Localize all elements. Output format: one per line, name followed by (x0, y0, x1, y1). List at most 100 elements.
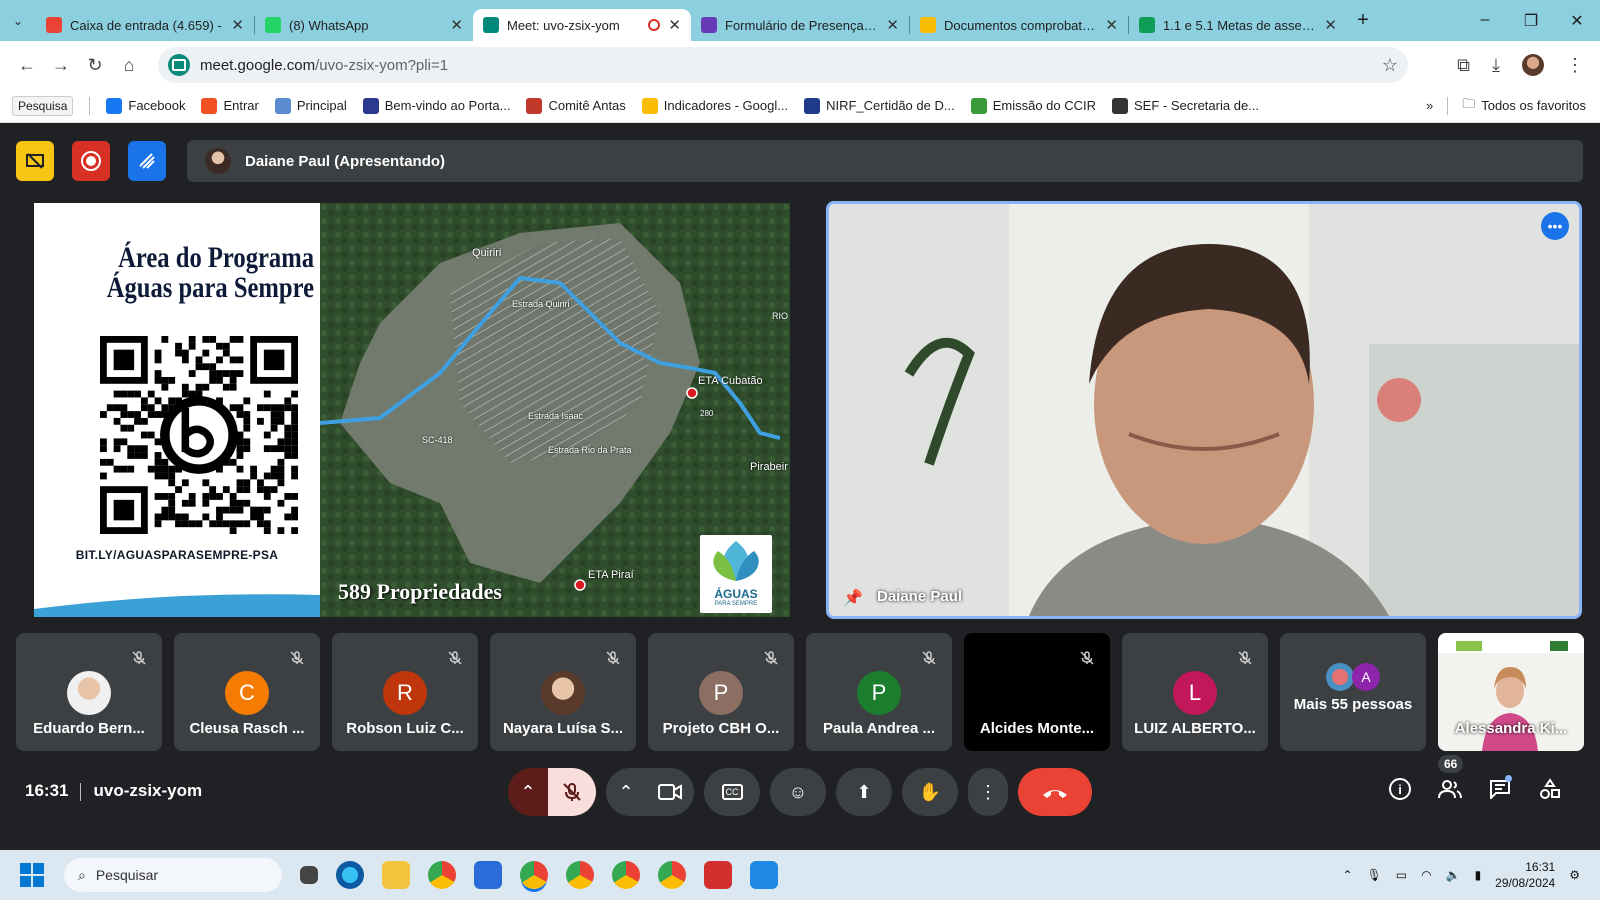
chrome-active-icon[interactable] (520, 861, 548, 889)
tab-1[interactable]: (8) WhatsApp ✕ (255, 9, 473, 41)
bookmark-star-icon[interactable]: ☆ (1382, 55, 1398, 76)
mic-toggle-button[interactable] (548, 768, 596, 816)
back-button[interactable]: ← (10, 48, 44, 82)
participant-tile[interactable]: P Paula Andrea ... (806, 633, 952, 751)
task-view-icon[interactable] (300, 866, 318, 884)
raise-hand-button[interactable]: ✋ (902, 768, 958, 816)
acrobat-icon[interactable] (704, 861, 732, 889)
more-participants-tile[interactable]: A Mais 55 pessoas (1280, 633, 1426, 751)
word-icon[interactable] (474, 861, 502, 889)
chrome-profile-icon[interactable] (658, 861, 686, 889)
tab-label: (8) WhatsApp (289, 17, 369, 33)
chevron-up-icon[interactable]: ⌃ (1342, 868, 1352, 882)
reactions-button[interactable]: ☺ (770, 768, 826, 816)
bookmark-search[interactable]: Pesquisa (12, 95, 74, 116)
present-button[interactable]: ⬆ (836, 768, 892, 816)
participant-tile[interactable]: L LUIZ ALBERTO... (1122, 633, 1268, 751)
bookmark-item[interactable]: Entrar (201, 97, 259, 114)
file-explorer-icon[interactable] (382, 861, 410, 889)
mic-options-button[interactable]: ⌃ (508, 768, 548, 816)
mic-off-icon (922, 651, 936, 665)
bookmark-favicon-icon (526, 97, 543, 114)
recording-button[interactable] (72, 141, 110, 181)
bookmark-item[interactable]: Comitê Antas (526, 97, 626, 114)
close-tab-icon[interactable]: ✕ (886, 16, 899, 34)
bookmark-label: NIRF_Certidão de D... (826, 98, 955, 113)
more-people-label: Mais 55 pessoas (1293, 696, 1413, 713)
bookmark-item[interactable]: Emissão do CCIR (970, 97, 1097, 114)
extensions-icon[interactable]: ⧉ (1457, 55, 1470, 76)
close-tab-icon[interactable]: ✕ (231, 16, 244, 34)
bookmark-item[interactable]: Facebook (106, 97, 185, 114)
close-window-button[interactable]: ✕ (1554, 11, 1600, 31)
participant-tile[interactable]: C Cleusa Rasch ... (174, 633, 320, 751)
app-icon[interactable] (750, 861, 778, 889)
speaker-video-tile[interactable]: ••• 📌 Daiane Paul (826, 201, 1582, 619)
top-actions (16, 141, 166, 181)
chrome-icon[interactable] (428, 861, 456, 889)
settings-icon[interactable]: ⚙ (1569, 868, 1580, 882)
captions-button[interactable]: CC (704, 768, 760, 816)
bookmark-label: Emissão do CCIR (992, 98, 1097, 113)
activities-button[interactable] (1536, 775, 1564, 803)
chat-button[interactable] (1486, 775, 1514, 803)
tile-options-button[interactable]: ••• (1541, 212, 1569, 240)
battery-icon[interactable]: ▮ (1475, 868, 1482, 882)
participant-tile[interactable]: Nayara Luísa S... (490, 633, 636, 751)
tab-4[interactable]: Documentos comprobatórios ✕ (910, 9, 1128, 41)
wifi-icon[interactable]: ◠ (1421, 868, 1431, 882)
profile-avatar[interactable] (1522, 54, 1544, 76)
participant-tile[interactable]: R Robson Luiz C... (332, 633, 478, 751)
more-bookmarks-icon[interactable]: » (1426, 98, 1433, 113)
microphone-icon[interactable]: 🎙 (1367, 868, 1382, 882)
tab-5[interactable]: 1.1 e 5.1 Metas de assemble ✕ (1129, 9, 1347, 41)
close-tab-icon[interactable]: ✕ (450, 16, 463, 34)
close-tab-icon[interactable]: ✕ (1324, 16, 1337, 34)
participant-tile[interactable]: Alessandra Ki... (1438, 633, 1584, 751)
more-options-button[interactable]: ⋮ (968, 768, 1008, 816)
home-button[interactable]: ⌂ (112, 48, 146, 82)
participant-count-badge: 66 (1438, 755, 1464, 773)
participant-tile[interactable]: P Projeto CBH O... (648, 633, 794, 751)
edge-icon[interactable] (336, 861, 364, 889)
camera-options-button[interactable]: ⌃ (606, 768, 646, 816)
chrome-profile-icon[interactable] (566, 861, 594, 889)
minimize-button[interactable]: – (1462, 11, 1508, 31)
pin-icon[interactable]: 📌 (843, 588, 863, 608)
forward-button[interactable]: → (44, 48, 78, 82)
participant-tile[interactable]: Alcides Monte... (964, 633, 1110, 751)
camera-toggle-button[interactable] (646, 768, 694, 816)
clock[interactable]: 16:31 29/08/2024 (1495, 859, 1555, 891)
tab-search-button[interactable]: ⌄ (0, 0, 36, 41)
windows-start-icon[interactable] (20, 863, 44, 887)
reload-button[interactable]: ↻ (78, 48, 112, 82)
close-tab-icon[interactable]: ✕ (1105, 16, 1118, 34)
tab-3[interactable]: Formulário de Presença do ✕ (691, 9, 909, 41)
tab-0[interactable]: Caixa de entrada (4.659) - ✕ (36, 9, 254, 41)
address-bar[interactable]: meet.google.com/uvo-zsix-yom?pli=1 ☆ (158, 47, 1408, 83)
menu-icon[interactable]: ⋮ (1566, 55, 1584, 76)
leave-call-button[interactable] (1018, 768, 1092, 816)
new-tab-button[interactable]: + (1347, 9, 1379, 32)
download-icon[interactable]: ⤓ (1492, 55, 1500, 76)
participant-tile[interactable]: Eduardo Bern... (16, 633, 162, 751)
people-button[interactable]: 66 (1436, 755, 1464, 803)
display-icon[interactable]: ▭ (1396, 868, 1407, 882)
bookmark-item[interactable]: SEF - Secretaria de... (1112, 97, 1259, 114)
close-tab-icon[interactable]: ✕ (668, 16, 681, 34)
restore-button[interactable]: ❐ (1508, 11, 1554, 31)
bookmark-item[interactable]: Indicadores - Googl... (641, 97, 788, 114)
tab-2[interactable]: Meet: uvo-zsix-yom ✕ (473, 9, 691, 41)
folder-icon: 🗀 (1462, 95, 1476, 111)
chrome-profile-icon[interactable] (612, 861, 640, 889)
taskbar-search[interactable]: ⌕ Pesquisar (64, 858, 282, 892)
bookmark-item[interactable]: Bem-vindo ao Porta... (362, 97, 510, 114)
presentation-controls-button[interactable] (16, 141, 54, 181)
whiteboard-button[interactable] (128, 141, 166, 181)
meeting-details-button[interactable]: i (1386, 775, 1414, 803)
all-bookmarks[interactable]: 🗀 Todos os favoritos (1462, 95, 1586, 117)
bookmark-favicon-icon (1112, 97, 1129, 114)
volume-icon[interactable]: 🔈 (1446, 868, 1461, 882)
bookmark-item[interactable]: NIRF_Certidão de D... (804, 97, 955, 114)
bookmark-item[interactable]: Principal (274, 97, 347, 114)
